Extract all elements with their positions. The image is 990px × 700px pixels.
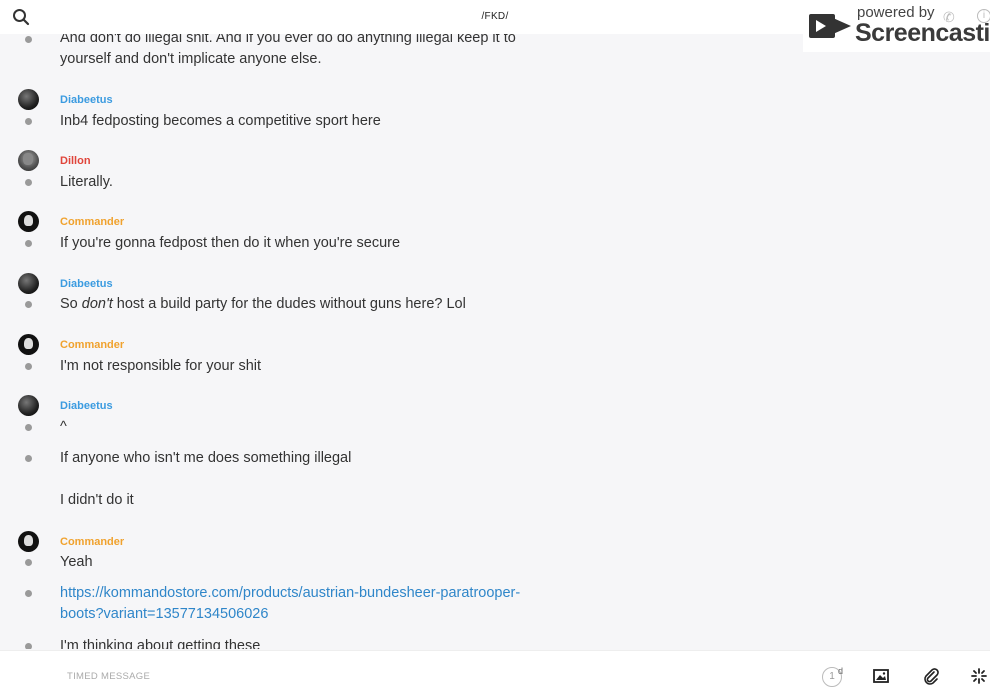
message-dot — [25, 240, 32, 247]
message-dot — [25, 424, 32, 431]
author-name[interactable]: Diabeetus — [60, 278, 113, 290]
message-text: I'm not responsible for your shit — [60, 358, 262, 374]
avatar[interactable] — [18, 334, 39, 355]
message-dot — [25, 301, 32, 308]
timer-unit: d — [838, 666, 844, 676]
author-name[interactable]: Commander — [60, 536, 124, 548]
author-name[interactable]: Diabeetus — [60, 400, 113, 412]
avatar[interactable] — [18, 395, 39, 416]
message-text: If anyone who isn't me does something il… — [60, 450, 352, 466]
message-dot — [25, 36, 32, 43]
avatar[interactable] — [18, 273, 39, 294]
message-dot — [25, 559, 32, 566]
avatar[interactable] — [18, 531, 39, 552]
message-text-pre: So — [60, 296, 82, 312]
message-dot — [25, 643, 32, 649]
phone-icon[interactable]: ✆ — [943, 9, 955, 26]
message-input[interactable]: TIMED MESSAGE — [67, 671, 150, 682]
message-text: So don't host a build party for the dude… — [60, 294, 530, 315]
author-name[interactable]: Diabeetus — [60, 94, 113, 106]
message-text: And don't do illegal shit. And if you ev… — [60, 34, 516, 67]
message-text: Inb4 fedposting becomes a competitive sp… — [60, 113, 381, 129]
message-text: ^ — [60, 419, 67, 435]
message-dot — [25, 455, 32, 462]
message-link[interactable]: https://kommandostore.com/products/austr… — [60, 583, 530, 625]
message-text-post: host a build party for the dudes without… — [112, 296, 466, 312]
message-list: And don't do illegal shit. And if you ev… — [0, 34, 990, 649]
message-text: If you're gonna fedpost then do it when … — [60, 235, 401, 251]
info-icon[interactable]: i — [977, 9, 990, 23]
avatar[interactable] — [18, 150, 39, 171]
message-text: I'm thinking about getting these — [60, 638, 261, 649]
author-name[interactable]: Commander — [60, 216, 124, 228]
composer: TIMED MESSAGE 1 d — [0, 650, 990, 700]
message-text: Literally. — [60, 174, 113, 190]
message-dot — [25, 590, 32, 597]
image-icon[interactable] — [872, 667, 892, 687]
sparkle-icon[interactable] — [970, 667, 990, 687]
avatar[interactable] — [18, 211, 39, 232]
message-dot — [25, 363, 32, 370]
paperclip-icon[interactable] — [922, 667, 942, 687]
author-name[interactable]: Dillon — [60, 155, 91, 167]
message-text: I didn't do it — [60, 492, 134, 508]
message-dot — [25, 118, 32, 125]
message-text-emphasis: don't — [81, 296, 113, 312]
message-text: Yeah — [60, 554, 93, 570]
message-dot — [25, 179, 32, 186]
author-name[interactable]: Commander — [60, 339, 124, 351]
avatar[interactable] — [18, 89, 39, 110]
